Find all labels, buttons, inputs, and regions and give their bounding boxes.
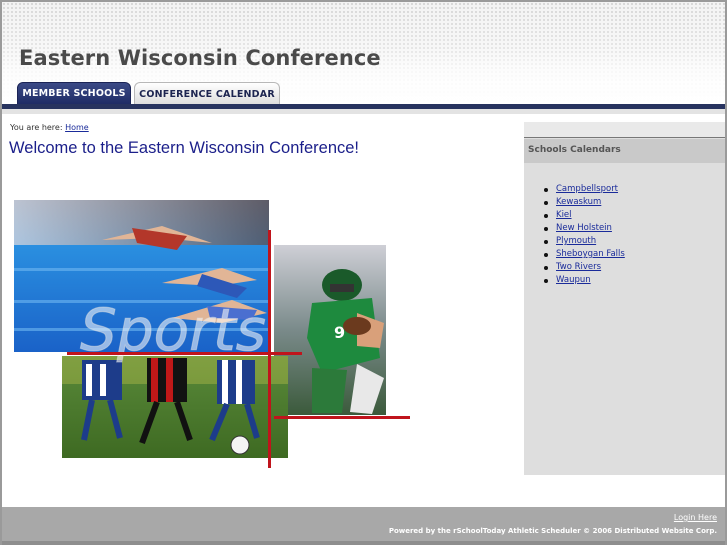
login-link[interactable]: Login Here	[674, 513, 717, 522]
sports-collage-image: 9 Sports	[14, 200, 410, 468]
tab-member-schools[interactable]: MEMBER SCHOOLS	[17, 82, 131, 105]
sidebar-title: Schools Calendars	[528, 145, 621, 155]
nav-bar-underline	[2, 109, 725, 114]
list-item: Waupun	[544, 275, 625, 288]
breadcrumb-prefix: You are here:	[10, 123, 63, 132]
school-link-kiel[interactable]: Kiel	[556, 210, 572, 220]
breadcrumb-home-link[interactable]: Home	[65, 123, 89, 132]
list-item: Plymouth	[544, 236, 625, 249]
footer: Login Here Powered by the rSchoolToday A…	[2, 507, 725, 545]
school-link-campbellsport[interactable]: Campbellsport	[556, 184, 618, 194]
list-item: Campbellsport	[544, 184, 625, 197]
school-list: Campbellsport Kewaskum Kiel New Holstein…	[544, 184, 625, 288]
school-link-new-holstein[interactable]: New Holstein	[556, 223, 612, 233]
school-link-kewaskum[interactable]: Kewaskum	[556, 197, 601, 207]
list-item: Kewaskum	[544, 197, 625, 210]
school-link-waupun[interactable]: Waupun	[556, 275, 591, 285]
page-title: Welcome to the Eastern Wisconsin Confere…	[9, 139, 360, 157]
school-link-sheboygan-falls[interactable]: Sheboygan Falls	[556, 249, 625, 259]
list-item: Two Rivers	[544, 262, 625, 275]
footer-credit: Powered by the rSchoolToday Athletic Sch…	[388, 527, 717, 535]
list-item: New Holstein	[544, 223, 625, 236]
school-link-plymouth[interactable]: Plymouth	[556, 236, 596, 246]
breadcrumb: You are here: Home	[10, 123, 89, 132]
school-link-two-rivers[interactable]: Two Rivers	[556, 262, 601, 272]
sidebar: Schools Calendars Campbellsport Kewaskum…	[524, 122, 725, 475]
site-title: Eastern Wisconsin Conference	[19, 46, 381, 70]
list-item: Kiel	[544, 210, 625, 223]
list-item: Sheboygan Falls	[544, 249, 625, 262]
tab-conference-calendar[interactable]: CONFERENCE CALENDAR	[134, 82, 280, 105]
